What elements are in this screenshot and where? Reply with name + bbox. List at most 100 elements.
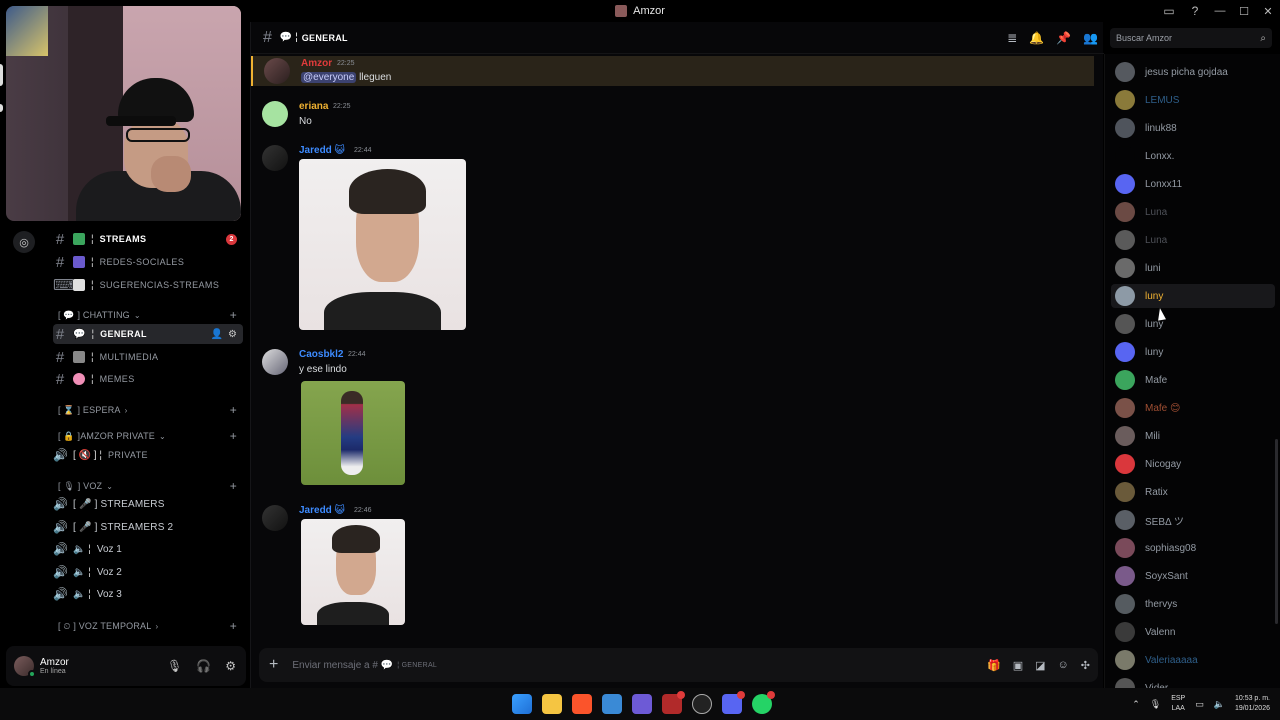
voice-channel-streamers[interactable]: 🔊 [ 🎤 ] STREAMERS [53,494,243,514]
channel-multimedia[interactable]: # ¦ MULTIMEDIA [53,347,243,367]
member-row[interactable]: SEBΔ ツ [1111,508,1275,532]
avatar[interactable] [264,58,290,84]
member-row[interactable]: LEMUS [1111,88,1275,112]
member-row[interactable]: luny [1111,312,1275,336]
store-icon[interactable] [602,694,622,714]
member-row[interactable]: Vider [1111,676,1275,688]
brave-browser-icon[interactable] [572,694,592,714]
avatar[interactable] [1115,286,1135,306]
avatar[interactable] [1115,146,1135,166]
member-row[interactable]: Lonxx. [1111,144,1275,168]
discord-icon[interactable] [722,691,745,714]
image-attachment[interactable] [301,519,405,625]
avatar[interactable] [262,505,288,531]
composer-placeholder[interactable]: Enviar mensaje a # 💬 [292,660,393,671]
message[interactable]: Caosbkl2 22:44 y ese lindo [251,347,1094,487]
avatar[interactable] [1115,566,1135,586]
message-author[interactable]: Amzor [301,58,332,69]
maximize-button[interactable]: ☐ [1232,0,1256,22]
language-indicator[interactable]: ESP LAA [1171,694,1185,714]
member-row[interactable]: jesus picha gojdaa [1111,60,1275,84]
sticker-icon[interactable]: ◪ [1035,659,1045,672]
member-row[interactable]: luny [1111,340,1275,364]
member-row[interactable]: Valeriaaaaa [1111,648,1275,672]
member-row[interactable]: Valenn [1111,620,1275,644]
image-attachment[interactable] [301,381,405,485]
headphones-icon[interactable]: 🎧 [196,659,211,673]
chevron-up-icon[interactable]: ⌃ [1132,699,1140,710]
member-row[interactable]: sophiasg08 [1111,536,1275,560]
volume-icon[interactable]: 🔈 [1214,699,1225,710]
message-author[interactable]: eriana [299,101,328,112]
apps-icon[interactable]: ✣ [1081,659,1090,672]
message-author[interactable]: Caosbkl2 [299,349,343,360]
category-amzor-private[interactable]: [ 🔒 ]AMZOR PRIVATE ⌄ + [58,429,243,443]
member-list-scrollbar[interactable] [1275,439,1278,624]
network-icon[interactable]: ▭ [1195,699,1204,710]
avatar[interactable] [262,101,288,127]
message[interactable]: eriana 22:25 No [251,99,1094,129]
member-row[interactable]: Nicogay [1111,452,1275,476]
close-button[interactable]: ✕ [1256,0,1280,22]
message[interactable]: Jaredd 😺 22:44 [251,143,1094,333]
channel-redes-sociales[interactable]: # ¦ REDES-SOCIALES [53,252,243,272]
add-channel-icon[interactable]: + [230,619,237,633]
avatar[interactable] [1115,314,1135,334]
voice-channel-voz-2[interactable]: 🔊 🔈 ¦ Voz 2 [53,562,243,582]
gear-icon[interactable]: ⚙ [228,329,237,340]
voice-channel-private[interactable]: 🔊 [ 🔇 ] ¦ PRIVATE [53,445,243,465]
add-channel-icon[interactable]: + [230,479,237,493]
image-attachment[interactable] [299,159,466,330]
gif-icon[interactable]: ▣ [1013,659,1023,672]
avatar[interactable] [1115,230,1135,250]
avatar[interactable] [1115,202,1135,222]
avatar[interactable] [1115,510,1135,530]
member-row[interactable]: SoyxSant [1111,564,1275,588]
inbox-icon[interactable]: ▭ [1156,0,1182,22]
avatar[interactable] [1115,370,1135,390]
category-voz-temporal[interactable]: [ ⏲ ] VOZ TEMPORAL › + [58,619,243,633]
channel-general[interactable]: # 💬 ¦ GENERAL 👤 ⚙ [53,324,243,344]
member-row[interactable]: thervys [1111,592,1275,616]
help-icon[interactable]: ? [1182,0,1208,22]
member-row[interactable]: luni [1111,256,1275,280]
avatar[interactable] [1115,398,1135,418]
bell-icon[interactable]: 🔔 [1029,31,1044,45]
gift-icon[interactable]: 🎁 [987,659,1001,672]
minimize-button[interactable]: — [1208,0,1232,22]
whatsapp-icon[interactable] [752,691,775,714]
add-attachment-icon[interactable]: + [269,656,278,674]
search-box[interactable]: ⌕ [1110,28,1272,48]
avatar[interactable] [1115,342,1135,362]
avatar[interactable] [1115,678,1135,688]
channel-memes[interactable]: # ¦ MEMES [53,369,243,389]
game-icon[interactable] [632,694,652,714]
avatar[interactable] [1115,538,1135,558]
steam-icon[interactable] [692,694,712,714]
add-channel-icon[interactable]: + [230,429,237,443]
avatar[interactable] [1115,90,1135,110]
member-row[interactable]: Luna [1111,228,1275,252]
message[interactable]: Jaredd 😺 22:46 [251,503,1094,628]
message-author[interactable]: Jaredd 😺 [299,505,345,516]
avatar[interactable] [1115,258,1135,278]
emoji-icon[interactable]: ☺ [1058,659,1069,672]
member-row[interactable]: linuk88 [1111,116,1275,140]
pin-icon[interactable]: 📌 [1056,31,1071,45]
add-channel-icon[interactable]: + [230,403,237,417]
avatar[interactable] [1115,174,1135,194]
app-icon[interactable] [662,691,685,714]
clock[interactable]: 10:53 p. m. 19/01/2026 [1235,694,1270,714]
avatar[interactable] [262,349,288,375]
avatar[interactable] [1115,650,1135,670]
category-chatting[interactable]: [ 💬 ] CHATTING ⌄ + [58,308,243,322]
discover-icon[interactable]: ◎ [13,231,35,253]
microphone-icon[interactable]: 🎙 [1150,699,1161,710]
message[interactable]: Amzor 22:25 @everyone lleguen [251,56,1094,86]
search-input[interactable] [1116,33,1256,43]
channel-streams[interactable]: # ¦ STREAMS 2 [53,229,243,249]
avatar[interactable] [1115,426,1135,446]
search-icon[interactable]: ⌕ [1260,33,1266,44]
message-author[interactable]: Jaredd 😺 [299,145,345,156]
file-explorer-icon[interactable] [542,694,562,714]
